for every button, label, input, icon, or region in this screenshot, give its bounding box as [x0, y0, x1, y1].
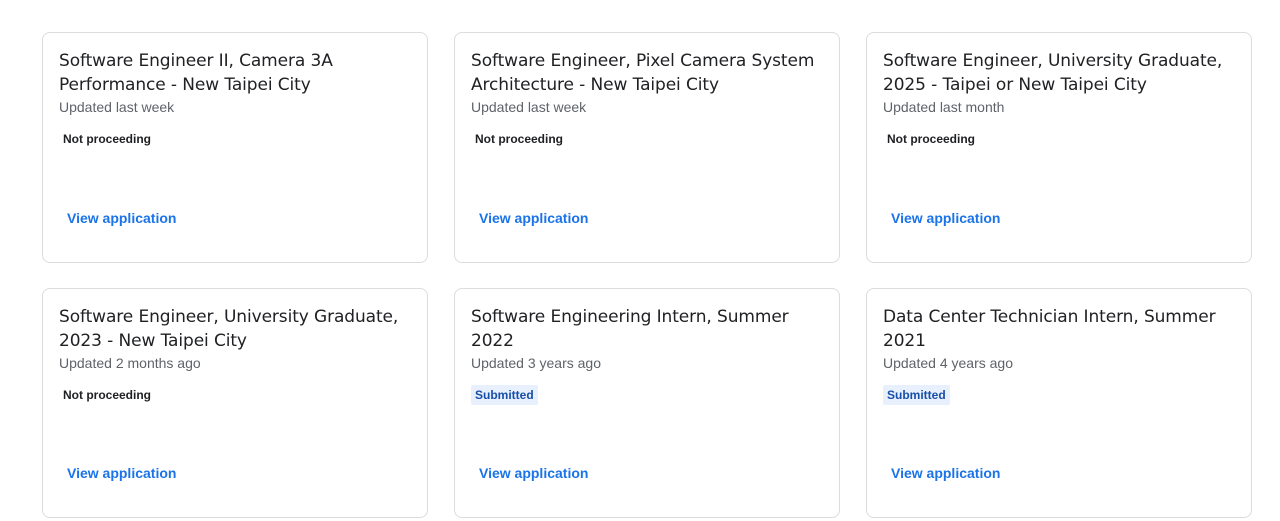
view-application-link[interactable]: View application: [67, 463, 176, 483]
application-card: Software Engineering Intern, Summer 2022…: [454, 288, 840, 518]
application-title: Software Engineer, Pixel Camera System A…: [471, 51, 815, 95]
application-title: Software Engineer, University Graduate, …: [59, 307, 399, 351]
status-badge: Not proceeding: [475, 132, 564, 146]
view-application-link[interactable]: View application: [67, 208, 176, 228]
status-badge: Not proceeding: [63, 388, 152, 402]
view-application-link[interactable]: View application: [479, 463, 588, 483]
application-card: Software Engineer, University Graduate, …: [866, 32, 1252, 263]
application-title: Software Engineer, University Graduate, …: [883, 51, 1223, 95]
status-badge: Submitted: [471, 385, 538, 405]
application-updated: Updated last month: [883, 99, 1005, 115]
application-card: Software Engineer, University Graduate, …: [42, 288, 428, 518]
status-badge: Not proceeding: [887, 132, 976, 146]
application-card: Data Center Technician Intern, Summer 20…: [866, 288, 1252, 518]
application-card: Software Engineer II, Camera 3A Performa…: [42, 32, 428, 263]
application-title: Software Engineer II, Camera 3A Performa…: [59, 51, 333, 95]
application-updated: Updated last week: [59, 99, 175, 115]
application-title: Software Engineering Intern, Summer 2022: [471, 307, 789, 351]
application-updated: Updated 4 years ago: [883, 355, 1013, 371]
view-application-link[interactable]: View application: [891, 208, 1000, 228]
application-updated: Updated last week: [471, 99, 587, 115]
view-application-link[interactable]: View application: [479, 208, 588, 228]
applications-grid: Software Engineer II, Camera 3A Performa…: [0, 0, 1280, 521]
status-badge: Submitted: [883, 385, 950, 405]
application-card: Software Engineer, Pixel Camera System A…: [454, 32, 840, 263]
view-application-link[interactable]: View application: [891, 463, 1000, 483]
application-updated: Updated 3 years ago: [471, 355, 601, 371]
status-badge: Not proceeding: [63, 132, 152, 146]
application-title: Data Center Technician Intern, Summer 20…: [883, 307, 1216, 351]
application-updated: Updated 2 months ago: [59, 355, 201, 371]
